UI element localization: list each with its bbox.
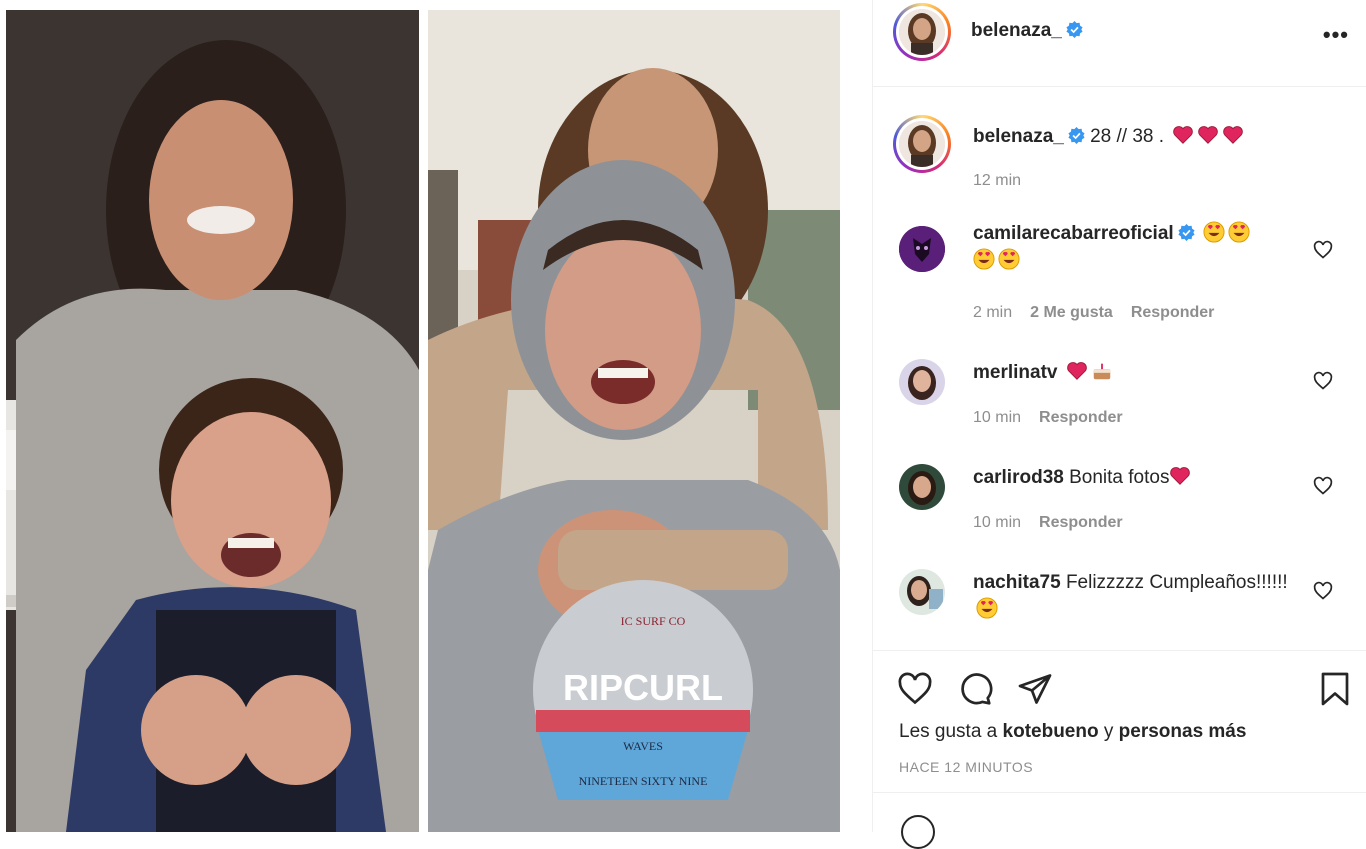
likes-middle: y bbox=[1098, 721, 1119, 742]
post-header: belenaza_ ••• bbox=[873, 0, 1366, 87]
red-heart-emoji-icon bbox=[1223, 126, 1244, 144]
comment-likes[interactable]: 2 Me gusta bbox=[1030, 304, 1113, 321]
author-username[interactable]: belenaza_ bbox=[971, 20, 1062, 41]
comment-text-line: nachita75 Felizzzzz Cumpleaños!!!!!! bbox=[973, 569, 1303, 623]
caption-meta: 12 min bbox=[973, 172, 1039, 190]
comment-text-line: carlirod38 Bonita fotos bbox=[973, 464, 1303, 491]
heart-eyes-emoji-icon bbox=[1203, 221, 1225, 243]
heart-eyes-emoji-icon bbox=[998, 248, 1020, 270]
commenter-avatar[interactable] bbox=[899, 226, 945, 272]
caption-text: 28 // 38 . bbox=[1084, 126, 1170, 147]
hoodie-waves: WAVES bbox=[623, 739, 663, 753]
like-comment-heart-icon[interactable] bbox=[1313, 371, 1333, 391]
comment-meta: 10 min Responder bbox=[973, 514, 1141, 532]
comment-time: 10 min bbox=[973, 409, 1022, 426]
red-heart-emoji-icon bbox=[1173, 126, 1194, 144]
hoodie-top: IC SURF CO bbox=[621, 614, 686, 628]
comment-username[interactable]: carlirod38 bbox=[973, 467, 1064, 488]
likes-user[interactable]: kotebueno bbox=[1003, 721, 1099, 742]
caption-text-line: belenaza_ 28 // 38 . bbox=[973, 123, 1303, 150]
heart-eyes-emoji-icon bbox=[976, 597, 998, 619]
likes-summary: Les gusta a kotebueno y personas más bbox=[899, 721, 1246, 743]
red-heart-emoji-icon bbox=[1170, 467, 1191, 485]
heart-eyes-emoji-icon bbox=[973, 248, 995, 270]
comment-text-line: camilarecabarreoficial bbox=[973, 220, 1303, 274]
likes-prefix: Les gusta a bbox=[899, 721, 1003, 742]
comment-username[interactable]: merlinatv bbox=[973, 362, 1057, 383]
comment-meta: 10 min Responder bbox=[973, 409, 1141, 427]
caption-time: 12 min bbox=[973, 172, 1022, 189]
cake-emoji-icon bbox=[1093, 363, 1111, 380]
comment-time: 2 min bbox=[973, 304, 1013, 321]
heart-icon[interactable] bbox=[897, 671, 933, 707]
verified-icon bbox=[1066, 21, 1083, 38]
like-comment-heart-icon[interactable] bbox=[1313, 240, 1333, 260]
heart-eyes-emoji-icon bbox=[1228, 221, 1250, 243]
reply-button[interactable]: Responder bbox=[1131, 304, 1215, 321]
commenter-avatar[interactable] bbox=[899, 569, 945, 615]
hoodie-brand: RIPCURL bbox=[563, 667, 723, 708]
comment-text-line: merlinatv bbox=[973, 359, 1303, 386]
post-media[interactable]: RIPCURL WAVES NINETEEN SIXTY NINE IC SUR… bbox=[0, 0, 872, 832]
comment-username[interactable]: camilarecabarreoficial bbox=[973, 223, 1174, 244]
verified-icon bbox=[1178, 224, 1195, 241]
share-icon[interactable] bbox=[1017, 671, 1053, 707]
red-heart-emoji-icon bbox=[1198, 126, 1219, 144]
author-avatar[interactable] bbox=[893, 3, 951, 61]
reply-button[interactable]: Responder bbox=[1039, 514, 1123, 531]
post-timestamp: HACE 12 MINUTOS bbox=[899, 759, 1034, 775]
post-actions: Les gusta a kotebueno y personas más HAC… bbox=[873, 650, 1366, 793]
comment-meta: 2 min 2 Me gusta Responder bbox=[973, 304, 1232, 322]
verified-icon bbox=[1068, 127, 1085, 144]
add-comment-bar[interactable] bbox=[873, 792, 1366, 849]
caption-username[interactable]: belenaza_ bbox=[973, 126, 1064, 147]
comment-text: Felizzzzz Cumpleaños!!!!!! bbox=[1065, 572, 1288, 593]
commenter-avatar[interactable] bbox=[899, 464, 945, 510]
hoodie-arc: NINETEEN SIXTY NINE bbox=[579, 774, 708, 788]
more-icon[interactable]: ••• bbox=[1323, 22, 1349, 48]
commenter-avatar[interactable] bbox=[899, 359, 945, 405]
caption-avatar[interactable] bbox=[893, 115, 951, 173]
post-side-panel: belenaza_ ••• belenaza_ 28 // 38 . 12 mi… bbox=[872, 0, 1366, 849]
like-comment-heart-icon[interactable] bbox=[1313, 581, 1333, 601]
comment-icon[interactable] bbox=[957, 671, 993, 707]
comment-username[interactable]: nachita75 bbox=[973, 572, 1061, 593]
emoji-picker-icon[interactable] bbox=[901, 815, 935, 849]
likes-rest[interactable]: personas más bbox=[1119, 721, 1247, 742]
photo-now: RIPCURL WAVES NINETEEN SIXTY NINE IC SUR… bbox=[428, 10, 840, 832]
red-heart-emoji-icon bbox=[1066, 362, 1087, 380]
like-comment-heart-icon[interactable] bbox=[1313, 476, 1333, 496]
reply-button[interactable]: Responder bbox=[1039, 409, 1123, 426]
comment-time: 10 min bbox=[973, 514, 1022, 531]
comment-text: Bonita fotos bbox=[1069, 467, 1170, 488]
comments-list[interactable]: belenaza_ 28 // 38 . 12 min camilarecaba… bbox=[873, 87, 1366, 650]
author-row: belenaza_ bbox=[971, 20, 1083, 42]
photo-then bbox=[6, 10, 419, 832]
bookmark-icon[interactable] bbox=[1317, 671, 1353, 707]
